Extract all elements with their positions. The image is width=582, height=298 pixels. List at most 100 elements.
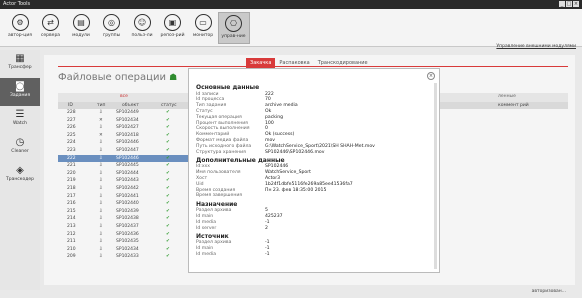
external-modules-link[interactable]: Управление внешними модулями [496, 44, 576, 49]
cell-id: 213 [67, 223, 76, 229]
table-row[interactable]: 219 ⇩ SP102443 ✔ [58, 177, 188, 185]
toolbar-item-label: польз-ли [131, 33, 153, 38]
sidebar: ▦ Трансфер ◙ Задания ☰ Watch ◷ Cleaner ◈ Транскод… [0, 50, 40, 290]
status-ok-icon: ✔ [166, 132, 170, 138]
cell-obj: SP102433 [116, 254, 139, 260]
toolbar-item-label: автор-ция [8, 33, 32, 38]
detail-field: Раздел архива 5 [196, 208, 268, 214]
table-row[interactable]: 215 ⇩ SP102439 ✔ [58, 208, 188, 216]
toolbar-item-0[interactable]: ⚙ автор-ция [4, 12, 36, 44]
toolbar-item-3[interactable]: ◎ группы [96, 12, 128, 44]
status-ok-icon: ✔ [166, 147, 170, 153]
cell-obj: SP102437 [116, 223, 139, 229]
sidebar-item-4[interactable]: ◈ Транскодер [0, 162, 40, 190]
detail-key: Текущая операция [196, 114, 242, 120]
table-row[interactable]: 210 ⇩ SP102434 ✔ [58, 246, 188, 254]
cell-type: ⇩ [99, 170, 103, 176]
cell-type: ⇩ [99, 201, 103, 207]
toolbar-item-label: сервера [40, 33, 61, 38]
toolbar-item-7[interactable]: ⎔ управ-ние [217, 12, 250, 44]
table-row[interactable]: 221 ⇩ SP102445 ✔ [58, 162, 188, 170]
dialog-scrollbar[interactable] [434, 83, 437, 269]
toolbar-item-4[interactable]: ☺ польз-ли [126, 12, 158, 44]
toolbar-item-label: группы [102, 33, 121, 38]
toolbar-item-5[interactable]: ▣ репоз-рий [157, 12, 189, 44]
sidebar-item-0[interactable]: ▦ Трансфер [0, 50, 40, 78]
cell-type: ⇩ [99, 140, 103, 146]
table-row[interactable]: 222 ⇩ SP102446 ✔ [58, 154, 188, 163]
filter-all[interactable]: все [120, 94, 128, 99]
cell-obj: SP102449 [116, 110, 139, 115]
dialog-section-title: Назначение [196, 200, 238, 208]
maximize-button[interactable]: □ [566, 1, 572, 7]
detail-key: Раздел архива [196, 208, 232, 214]
detail-key: Скорость выполнения [196, 126, 250, 132]
detail-field: Id процесса 70 [196, 97, 271, 102]
table-row[interactable]: 227 ✕ SP102434 ✔ [58, 117, 188, 125]
close-window-button[interactable]: × [573, 1, 579, 7]
minimize-button[interactable]: _ [559, 1, 565, 7]
status-ok-icon: ✔ [166, 239, 170, 245]
detail-value: 425237 [265, 213, 283, 219]
detail-value: archive media [265, 103, 298, 109]
status-ok-icon: ✔ [166, 223, 170, 229]
detail-key: Хост [196, 175, 208, 181]
detail-field: Структура хранения SP102446\SP102446.mov [196, 150, 324, 155]
cell-obj: SP102440 [116, 201, 139, 207]
toolbar-item-label: управ-ние [221, 34, 246, 39]
filter-completed[interactable]: ленные [498, 94, 516, 99]
detail-value: SP102446 [265, 164, 289, 170]
col-comment[interactable]: коммент рий [498, 103, 529, 108]
table-row[interactable]: 213 ⇩ SP102437 ✔ [58, 223, 188, 231]
col-id[interactable]: ID [68, 103, 73, 108]
sidebar-item-2[interactable]: ☰ Watch [0, 106, 40, 134]
detail-value: Ok [265, 108, 272, 114]
table-row[interactable]: 225 ✕ SP102418 ✔ [58, 132, 188, 140]
status-ok-icon: ✔ [166, 110, 170, 115]
sidebar-item-3[interactable]: ◷ Cleaner [0, 134, 40, 162]
close-icon[interactable]: × [427, 72, 435, 80]
table-row[interactable]: 223 ⇩ SP102447 ✔ [58, 147, 188, 155]
detail-field: Формат медиа файла mov [196, 138, 275, 143]
table-row[interactable]: 217 ⇩ SP102441 ✔ [58, 193, 188, 201]
detail-field: Id main -1 [196, 246, 270, 251]
table-row[interactable]: 226 ⇩ SP102427 ✔ [58, 124, 188, 132]
table-row[interactable]: 228 ⇩ SP102449 ✔ [58, 109, 188, 117]
window-titlebar: Actor Tools _ □ × [0, 0, 582, 9]
table-row[interactable]: 209 ⇩ SP102433 ✔ [58, 253, 188, 261]
cell-id: 223 [67, 147, 76, 153]
toolbar-item-1[interactable]: ⇄ сервера [35, 12, 67, 44]
detail-field: Id записи 222 [196, 92, 274, 97]
table-row[interactable]: 214 ⇩ SP102438 ✔ [58, 215, 188, 223]
toolbar-item-6[interactable]: ▭ монитор [187, 12, 219, 44]
job-details-dialog: × Основные данные Id записи 222 Id процесса… [188, 68, 440, 273]
toolbar-item-2[interactable]: ▤ модули [65, 12, 97, 44]
sidebar-icon: ▦ [15, 53, 25, 64]
detail-value: -1 [265, 240, 270, 246]
col-status[interactable]: статус [161, 103, 177, 108]
detail-field: Id media -1 [196, 252, 270, 257]
table-row[interactable]: 212 ⇩ SP102436 ✔ [58, 231, 188, 239]
col-object[interactable]: объект [122, 103, 139, 108]
table-row[interactable]: 224 ⇩ SP102446 ✔ [58, 139, 188, 147]
detail-key: Id server [196, 225, 217, 231]
col-type[interactable]: тип [97, 103, 106, 108]
main-toolbar: ⚙ автор-ция ⇄ сервера ▤ модули ◎ группы ☺ польз-л… [0, 9, 582, 47]
table-row[interactable]: 220 ⇩ SP102444 ✔ [58, 170, 188, 178]
cell-id: 226 [67, 125, 76, 131]
status-ok-icon: ✔ [166, 117, 170, 123]
wrench-icon: ⚙ [11, 14, 29, 31]
status-ok-icon: ✔ [166, 216, 170, 222]
sidebar-icon: ☰ [15, 109, 25, 120]
cell-id: 212 [67, 231, 76, 237]
detail-key: Id media [196, 219, 217, 225]
table-row[interactable]: 216 ⇩ SP102440 ✔ [58, 200, 188, 208]
status-ok-icon: ✔ [166, 170, 170, 176]
detail-value: SP102446\SP102446.mov [265, 149, 325, 155]
jobs-table: 228 ⇩ SP102449 ✔ 227 ✕ SP102434 ✔ 226 ⇩ SP102427 ✔ 2… [58, 109, 188, 261]
home-icon: ☗ [169, 73, 178, 83]
table-row[interactable]: 211 ⇩ SP102435 ✔ [58, 238, 188, 246]
sidebar-item-1[interactable]: ◙ Задания [0, 78, 40, 106]
table-row[interactable]: 218 ⇩ SP102442 ✔ [58, 185, 188, 193]
sidebar-icon: ◙ [15, 81, 25, 92]
